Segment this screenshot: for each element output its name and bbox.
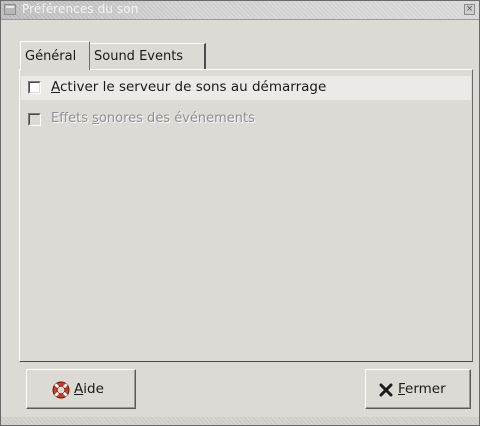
- tab-sound-events-label: Sound Events: [94, 49, 184, 64]
- window-title: Préférences du son: [22, 2, 139, 16]
- start-sound-server-label[interactable]: Activer le serveur de sons au démarrage: [51, 79, 326, 95]
- help-button-label: Aide: [74, 381, 104, 397]
- close-button-label: Fermer: [398, 381, 446, 397]
- event-sounds-text: onores des événements: [98, 111, 255, 126]
- start-sound-server-mnemonic: A: [51, 79, 60, 95]
- window-menu-icon[interactable]: [4, 4, 16, 15]
- close-button[interactable]: Fermer: [365, 369, 471, 409]
- window-bottom-frame: [1, 417, 479, 425]
- event-sounds-text-before: Effets: [51, 111, 93, 126]
- general-panel: Activer le serveur de sons au démarrage …: [19, 69, 473, 362]
- event-sounds-label: Effets sonores des événements: [51, 111, 255, 126]
- event-sounds-checkbox: [28, 113, 41, 126]
- option-start-sound-server[interactable]: Activer le serveur de sons au démarrage: [21, 76, 471, 100]
- tab-general-label: Général: [25, 49, 77, 64]
- start-sound-server-text: ctiver le serveur de sons au démarrage: [60, 79, 327, 95]
- tab-sound-events[interactable]: Sound Events: [90, 43, 206, 69]
- close-mnemonic: F: [398, 381, 406, 397]
- start-sound-server-checkbox[interactable]: [28, 81, 41, 94]
- help-button[interactable]: Aide: [26, 369, 136, 409]
- preferences-window: Préférences du son × Général Sound Event…: [0, 0, 480, 426]
- event-sounds-mnemonic: s: [92, 111, 99, 126]
- help-mnemonic: A: [74, 381, 84, 397]
- help-label-text: ide: [83, 381, 104, 397]
- window-close-icon[interactable]: ×: [464, 4, 475, 15]
- lifebuoy-icon: [52, 381, 70, 403]
- close-label-text: ermer: [405, 381, 446, 397]
- x-close-icon: [379, 382, 393, 401]
- option-event-sounds: Effets sonores des événements: [21, 108, 471, 132]
- tab-general[interactable]: Général: [20, 41, 90, 70]
- title-bar[interactable]: Préférences du son ×: [1, 1, 479, 20]
